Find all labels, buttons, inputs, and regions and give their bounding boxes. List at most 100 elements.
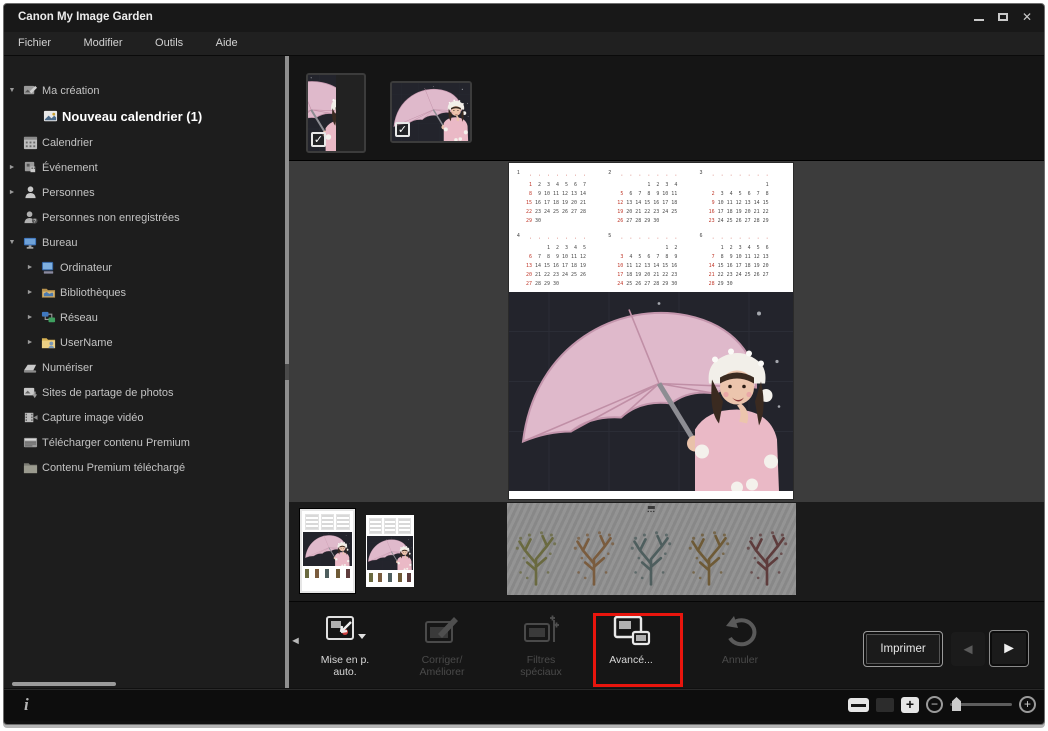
expander-closed-icon[interactable]: ► [22,339,38,346]
sidebar-item-bibliotheques[interactable]: ► Bibliothèques [4,280,285,305]
photo-thumbnail-landscape[interactable]: ✓ [390,81,472,143]
sidebar-item-calendrier[interactable]: Calendrier [4,130,285,155]
sidebar-item-telecharger-premium[interactable]: Télécharger contenu Premium [4,430,285,455]
sidebar-item-label: Numériser [40,362,93,374]
auto-layout-button[interactable]: Mise en p. auto. [299,610,391,678]
app-canvas: Canon My Image Garden ✕ Fichier Modifier… [0,0,1048,731]
photo-thumbnail-portrait[interactable]: ✓ [306,73,366,153]
sidebar-item-sites-partage[interactable]: Sites de partage de photos [4,380,285,405]
undo-icon [694,610,786,654]
mini-month-4: 4·······12345678910111213141516171819202… [517,231,602,290]
sidebar-horizontal-scrollbar[interactable] [12,682,116,686]
photo-checkbox[interactable]: ✓ [311,132,326,147]
maximize-icon [998,13,1008,21]
sidebar-item-ordinateur[interactable]: ► Ordinateur [4,255,285,280]
sidebar-item-evenement[interactable]: ► Événement [4,155,285,180]
sidebar-item-label: Nouveau calendrier (1) [60,109,202,124]
tree-icon-4 [687,523,731,591]
status-bar: i + − + [4,689,1044,721]
sidebar-item-reseau[interactable]: ► Réseau [4,305,285,330]
page-thumbnail-2[interactable] [366,515,414,587]
calendar-grid: 1·······12345678910111213141516171819202… [517,168,785,290]
info-icon[interactable]: i [24,695,29,715]
special-filters-icon [495,610,587,654]
calendar-page[interactable]: 1·······12345678910111213141516171819202… [509,163,793,499]
sidebar-item-capture-video[interactable]: Capture image vidéo [4,405,285,430]
user-folder-icon [38,335,58,350]
page-thumbnail-1[interactable] [300,509,355,593]
window-title: Canon My Image Garden [18,11,153,23]
mini-tree-mark [369,573,373,582]
sidebar-item-ma-creation[interactable]: ▼ Ma création [4,78,285,103]
calendar-page-icon [40,109,60,124]
correct-enhance-icon [396,610,488,654]
expander-open-icon[interactable]: ▼ [4,87,20,94]
scanner-icon [20,360,40,375]
zoom-in-icon[interactable]: + [1019,696,1036,713]
mini-tree-mark [346,569,350,578]
fit-view-icon[interactable]: + [901,697,919,713]
network-icon [38,310,58,325]
minimize-button[interactable] [974,10,984,24]
sidebar-item-contenu-premium[interactable]: Contenu Premium téléchargé [4,455,285,480]
mini-month-2: 2·······12345678910111213141516171819202… [608,168,693,227]
selected-photos-strip: ✓ ✓ [289,56,1044,161]
single-view-icon[interactable] [848,698,869,712]
pages-strip: ▪▪▪ [289,502,1044,601]
previous-page-button[interactable]: ◄ [951,632,985,666]
correct-enhance-button[interactable]: Corriger/ Améliorer [396,610,488,678]
preview-canvas: 1·······12345678910111213141516171819202… [289,161,1044,502]
title-bar[interactable]: Canon My Image Garden ✕ [4,4,1044,32]
zoom-slider-thumb[interactable] [952,697,961,711]
photo-checkbox[interactable]: ✓ [395,122,410,137]
zoom-out-icon[interactable]: − [926,696,943,713]
desktop-icon [20,235,40,250]
application-window: Canon My Image Garden ✕ Fichier Modifier… [3,3,1045,725]
sidebar-item-label: Personnes [40,187,95,199]
calendar-icon [20,135,40,150]
menu-outils[interactable]: Outils [141,32,197,56]
mini-month-6: 6·······12345678910111213141516171819202… [700,231,785,290]
expander-closed-icon[interactable]: ► [22,289,38,296]
sidebar-item-label: Événement [40,162,98,174]
sidebar-item-personnes-non-enregistrees[interactable]: ? Personnes non enregistrées [4,205,285,230]
menu-aide[interactable]: Aide [202,32,252,56]
minimize-icon [974,19,984,21]
zoom-slider[interactable] [950,703,1012,706]
menu-fichier[interactable]: Fichier [4,32,65,56]
sidebar-item-label: Contenu Premium téléchargé [40,462,185,474]
next-page-button[interactable]: ► [989,630,1029,667]
sidebar: ▼ Ma création Nouveau calendrier (1) Cal… [4,56,285,688]
highlight-annotation [593,613,683,687]
main-area: ✓ ✓ 1·······1234567891011121314151617181… [289,56,1044,688]
expander-closed-icon[interactable]: ► [4,164,20,171]
sidebar-item-username[interactable]: ► UserName [4,330,285,355]
sidebar-item-nouveau-calendrier[interactable]: Nouveau calendrier (1) [4,103,285,130]
expander-closed-icon[interactable]: ► [4,189,20,196]
video-capture-icon [20,410,40,425]
mini-month-3: 3·······12345678910111213141516171819202… [700,168,785,227]
mini-tree-mark [378,573,382,582]
print-button[interactable]: Imprimer [863,631,943,667]
page-photo[interactable] [509,292,793,491]
sidebar-item-label: UserName [58,337,113,349]
undo-button[interactable]: Annuler [694,610,786,666]
detail-view-icon-disabled[interactable] [876,698,894,712]
expander-open-icon[interactable]: ▼ [4,239,20,246]
mini-tree-mark [305,569,309,578]
expander-closed-icon[interactable]: ► [22,264,38,271]
sidebar-item-personnes[interactable]: ► Personnes [4,180,285,205]
mini-tree-mark [407,573,411,582]
computer-icon [38,260,58,275]
sidebar-item-bureau[interactable]: ▼ Bureau [4,230,285,255]
tree-icon-3 [629,523,673,591]
sidebar-item-label: Bureau [40,237,77,249]
tree-decorations [507,519,796,591]
expander-closed-icon[interactable]: ► [22,314,38,321]
svg-text:?: ? [33,219,36,225]
sidebar-item-numeriser[interactable]: Numériser [4,355,285,380]
menu-modifier[interactable]: Modifier [69,32,136,56]
maximize-button[interactable] [998,10,1008,24]
special-filters-button[interactable]: Filtres spéciaux [495,610,587,678]
close-button[interactable]: ✕ [1022,10,1032,24]
